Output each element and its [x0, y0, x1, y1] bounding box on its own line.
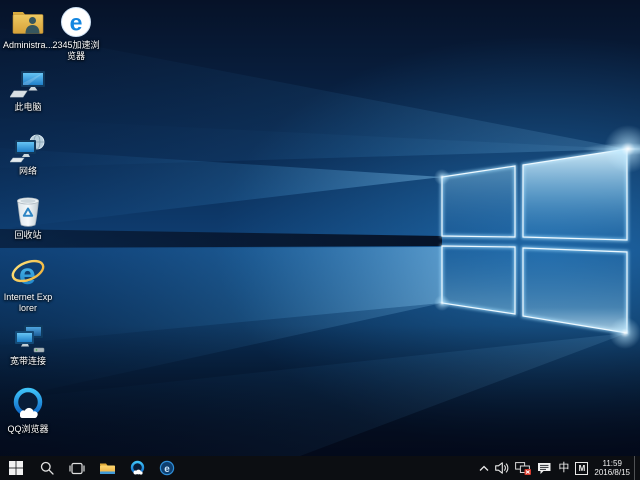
- desktop-icon-this-pc[interactable]: 此电脑: [3, 68, 53, 113]
- desktop-icon-broadband-connection[interactable]: 宽带连接: [3, 322, 53, 367]
- this-pc-icon: [10, 68, 46, 100]
- network-status-button[interactable]: [512, 456, 534, 480]
- volume-button[interactable]: [492, 456, 512, 480]
- file-explorer-icon: [99, 461, 116, 475]
- svg-text:e: e: [70, 10, 83, 36]
- taskbar-clock[interactable]: 11:59 2016/8/15: [594, 459, 630, 478]
- ime-badge-button[interactable]: M: [572, 456, 591, 480]
- recycle-bin-icon: [13, 196, 43, 228]
- desktop-icon-recycle-bin[interactable]: 回收站: [3, 196, 53, 241]
- 2345-browser-taskbar-button[interactable]: e: [152, 456, 182, 480]
- qq-browser-taskbar-button[interactable]: [122, 456, 152, 480]
- desktop-icon-label: 网络: [19, 166, 37, 177]
- start-button[interactable]: [0, 456, 32, 480]
- task-view-icon: [69, 462, 85, 475]
- desktop-icon-label: 回收站: [14, 230, 41, 241]
- desktop-icon-internet-explorer[interactable]: e Internet Explorer: [3, 258, 53, 314]
- network-disconnected-icon: [515, 462, 531, 475]
- clock-time: 11:59: [594, 459, 630, 469]
- ime-badge: M: [575, 462, 588, 475]
- notification-bubble-icon: [537, 462, 552, 475]
- desktop-icon-label: 宽带连接: [10, 356, 46, 367]
- svg-text:e: e: [164, 464, 170, 475]
- network-icon: [10, 132, 46, 164]
- 2345-browser-icon: e: [60, 6, 92, 38]
- clock-date: 2016/8/15: [594, 468, 630, 478]
- desktop-icon-label: QQ浏览器: [7, 424, 48, 435]
- desktop-icon-network[interactable]: 网络: [3, 132, 53, 177]
- file-explorer-button[interactable]: [92, 456, 122, 480]
- desktop-icon-2345-browser[interactable]: e 2345加速浏览器: [51, 6, 101, 62]
- desktop-icon-user-folder[interactable]: Administra...: [3, 6, 53, 51]
- windows-logo-icon: [9, 461, 23, 475]
- notifications-button[interactable]: [534, 456, 555, 480]
- show-desktop-button[interactable]: [634, 456, 640, 480]
- broadband-connection-icon: [10, 322, 46, 354]
- desktop-icon-label: Internet Explorer: [3, 292, 53, 314]
- wallpaper-windows-hero: [0, 0, 640, 456]
- desktop-surface[interactable]: Administra... e 2345加速浏览器 此电脑: [0, 0, 640, 456]
- ime-mode-indicator: 中: [558, 456, 569, 480]
- ime-mode-button[interactable]: 中: [555, 456, 572, 480]
- desktop-icon-label: 2345加速浏览器: [51, 40, 101, 62]
- taskbar: e: [0, 456, 640, 480]
- hidden-icons-chevron[interactable]: [476, 456, 492, 480]
- desktop-icon-label: Administra...: [3, 40, 53, 51]
- qq-browser-icon: [129, 460, 146, 477]
- user-folder-icon: [11, 6, 45, 38]
- speaker-icon: [495, 462, 509, 474]
- desktop-icon-label: 此电脑: [14, 102, 41, 113]
- search-icon: [40, 461, 54, 475]
- task-view-button[interactable]: [62, 456, 92, 480]
- system-tray: 中 M 11:59 2016/8/15: [476, 456, 640, 480]
- desktop-icon-qq-browser[interactable]: QQ浏览器: [3, 386, 53, 435]
- 2345-browser-icon: e: [159, 460, 175, 476]
- qq-browser-icon: [9, 386, 47, 422]
- chevron-up-icon: [479, 465, 489, 472]
- search-button[interactable]: [32, 456, 62, 480]
- internet-explorer-icon: e: [10, 258, 46, 290]
